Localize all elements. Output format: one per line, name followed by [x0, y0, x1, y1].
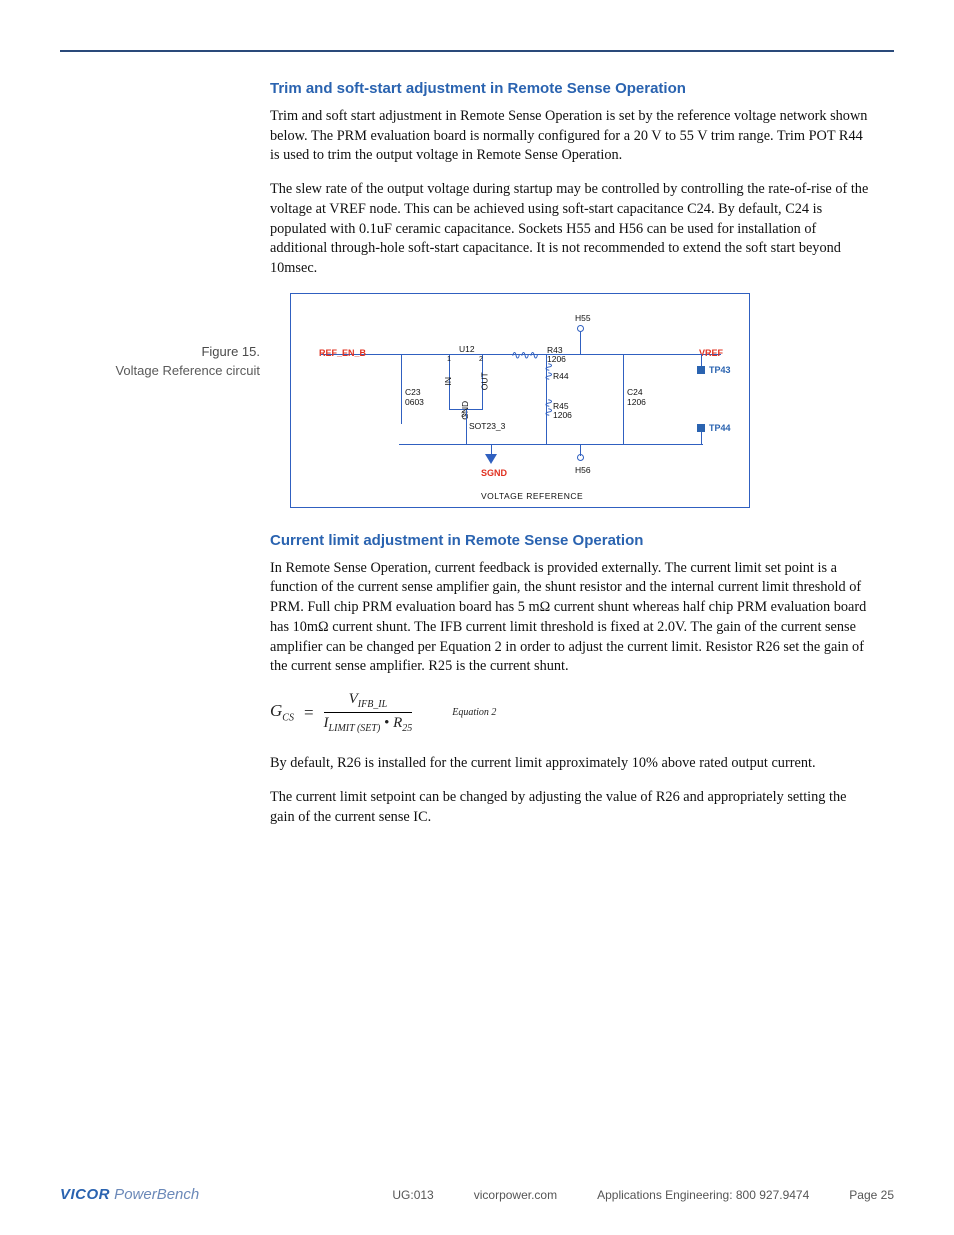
- label-r45: R45: [553, 402, 569, 411]
- figure15-schematic: REF_EN_B VREF H55 U12 IN OUT GND 1 2 3 S…: [290, 293, 750, 508]
- pin-3: 3: [461, 412, 465, 419]
- net-vref: VREF: [699, 349, 723, 358]
- tp44-pin: [697, 424, 705, 432]
- label-sot: SOT23_3: [469, 422, 505, 431]
- label-c24-fp: 1206: [627, 398, 646, 407]
- r43-symbol: ∿∿∿: [511, 348, 538, 362]
- vicor-logo: VICOR PowerBench: [60, 1186, 199, 1203]
- section2-heading: Current limit adjustment in Remote Sense…: [270, 532, 870, 549]
- pin-in: IN: [444, 377, 453, 386]
- section1-p2: The slew rate of the output voltage duri…: [270, 180, 870, 279]
- equation2-label: Equation 2: [452, 707, 496, 718]
- section2-p2: By default, R26 is installed for the cur…: [270, 754, 870, 774]
- label-r44: R44: [553, 372, 569, 381]
- figure15-caption: Voltage Reference circuit: [115, 363, 260, 378]
- logo-sub: PowerBench: [110, 1186, 199, 1203]
- label-u12: U12: [459, 345, 475, 354]
- label-r43: R43: [547, 346, 563, 355]
- figure15-number: Figure 15.: [201, 344, 260, 359]
- figure15-sidelabel: Figure 15. Voltage Reference circuit: [60, 343, 260, 381]
- footer-doc: UG:013: [392, 1188, 433, 1202]
- pin-2: 2: [479, 356, 483, 363]
- section1-p1: Trim and soft start adjustment in Remote…: [270, 107, 870, 166]
- page-footer: VICOR PowerBench UG:013 vicorpower.com A…: [60, 1186, 894, 1203]
- section2-p3: The current limit setpoint can be change…: [270, 788, 870, 827]
- pin-out: OUT: [481, 372, 490, 390]
- label-c23-fp: 0603: [405, 398, 424, 407]
- pin-1: 1: [447, 356, 451, 363]
- eq-num-v: V: [349, 691, 358, 707]
- equation2: GCS = VIFB_IL ILIMIT (SET) • R25 Equatio…: [270, 691, 870, 734]
- footer-contact: Applications Engineering: 800 927.9474: [597, 1188, 809, 1202]
- label-c23: C23: [405, 388, 421, 397]
- footer-page: Page 25: [849, 1188, 894, 1202]
- section1-heading: Trim and soft-start adjustment in Remote…: [270, 80, 870, 97]
- eq-lhs-sub: CS: [282, 713, 294, 724]
- label-c24: C24: [627, 388, 643, 397]
- label-tp43: TP43: [709, 366, 731, 375]
- footer-site: vicorpower.com: [474, 1188, 557, 1202]
- label-r45-fp: 1206: [553, 411, 572, 420]
- eq-num-sub: IFB_IL: [358, 699, 387, 710]
- eq-den-r-sub: 25: [402, 723, 412, 734]
- section2-p1: In Remote Sense Operation, current feedb…: [270, 559, 870, 677]
- label-sgnd: SGND: [481, 469, 507, 478]
- label-h56: H56: [575, 466, 591, 475]
- socket-h55: [577, 325, 584, 332]
- logo-main: VICOR: [60, 1186, 110, 1203]
- eq-den-r: R: [393, 715, 402, 731]
- sgnd-symbol: [485, 454, 497, 464]
- tp43-pin: [697, 366, 705, 374]
- net-ref-en-b: REF_EN_B: [319, 349, 366, 358]
- header-rule: [60, 50, 894, 52]
- eq-den-i-sub: LIMIT (SET): [329, 723, 381, 734]
- eq-lhs: G: [270, 701, 282, 720]
- label-tp44: TP44: [709, 424, 731, 433]
- figure15-title: VOLTAGE REFERENCE: [481, 492, 583, 501]
- label-h55: H55: [575, 314, 591, 323]
